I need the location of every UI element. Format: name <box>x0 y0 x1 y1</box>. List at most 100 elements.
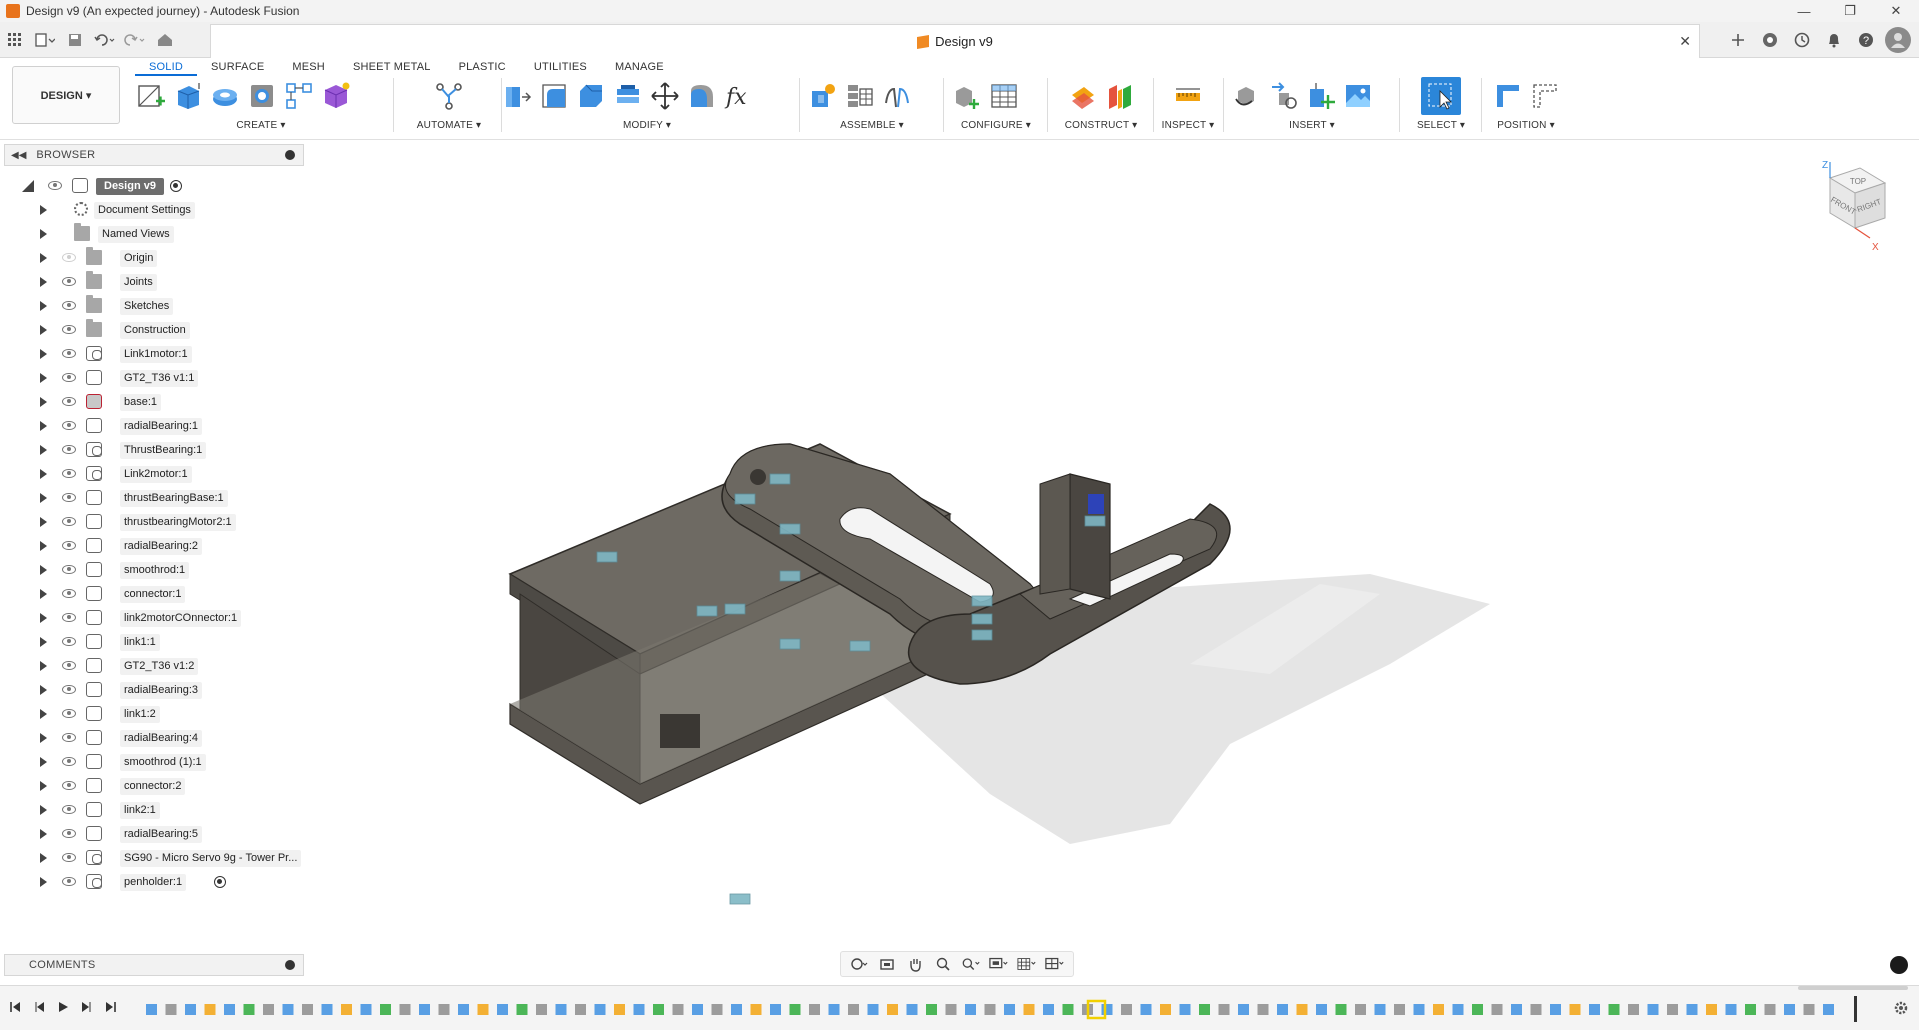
grid-snaps-icon[interactable] <box>1017 954 1037 974</box>
timeline-feature-icon[interactable] <box>1452 1004 1464 1015</box>
comments-panel[interactable]: COMMENTS <box>4 954 304 976</box>
extensions-icon[interactable] <box>1757 27 1783 53</box>
timeline-feature-icon[interactable] <box>224 1004 235 1015</box>
timeline-feature-icon[interactable] <box>984 1004 996 1015</box>
expand-triangle-icon[interactable] <box>40 709 47 719</box>
create-sketch-icon[interactable] <box>136 81 166 111</box>
visibility-eye-icon[interactable] <box>62 277 76 286</box>
visibility-eye-icon[interactable] <box>62 565 76 574</box>
revert-position-icon[interactable] <box>1530 81 1560 111</box>
construct-menu[interactable]: CONSTRUCT ▾ <box>1056 120 1146 131</box>
expand-triangle-icon[interactable] <box>40 469 47 479</box>
timeline-scrollbar[interactable] <box>1798 986 1908 990</box>
timeline-feature-icon[interactable] <box>1667 1004 1678 1015</box>
timeline-feature-icon[interactable] <box>1569 1004 1581 1015</box>
expand-triangle-icon[interactable] <box>40 733 47 743</box>
timeline-feature-icon[interactable] <box>1823 1004 1834 1015</box>
timeline-feature-icon[interactable] <box>341 1004 352 1015</box>
visibility-eye-icon[interactable] <box>62 829 76 838</box>
timeline-feature-icon[interactable] <box>1433 1004 1444 1015</box>
timeline-feature-icon[interactable] <box>555 1004 567 1015</box>
help-icon[interactable]: ? <box>1853 27 1879 53</box>
browser-tree-item[interactable]: radialBearing:5 <box>4 822 304 846</box>
save-icon[interactable] <box>60 25 90 55</box>
notifications-bell-icon[interactable] <box>1821 27 1847 53</box>
workspace-switcher[interactable]: DESIGN ▾ <box>12 66 120 124</box>
shell-icon[interactable] <box>613 81 643 111</box>
timeline-feature-icon[interactable] <box>594 1004 606 1015</box>
browser-tree-item[interactable]: Construction <box>4 318 304 342</box>
browser-tree-item[interactable]: link2motorCOnnector:1 <box>4 606 304 630</box>
inspect-menu[interactable]: INSPECT ▾ <box>1160 120 1216 131</box>
automate-icon[interactable] <box>434 81 464 111</box>
timeline-feature-icon[interactable] <box>282 1004 294 1015</box>
timeline-feature-icon[interactable] <box>1686 1004 1698 1015</box>
browser-tree-item[interactable]: radialBearing:1 <box>4 414 304 438</box>
viewports-icon[interactable] <box>1045 954 1065 974</box>
position-menu[interactable]: POSITION ▾ <box>1486 120 1566 131</box>
timeline-feature-icon[interactable] <box>1140 1004 1152 1015</box>
press-pull-icon[interactable] <box>502 81 532 111</box>
home-icon[interactable] <box>150 25 180 55</box>
insert-component-icon[interactable] <box>1306 81 1336 111</box>
timeline-feature-icon[interactable] <box>263 1004 274 1015</box>
visibility-eye-icon[interactable] <box>62 589 76 598</box>
timeline-feature-icon[interactable] <box>1803 1004 1815 1015</box>
timeline-settings-gear-icon[interactable] <box>1893 1000 1909 1019</box>
insert-mcmaster-icon[interactable] <box>1269 81 1299 111</box>
timeline-feature-icon[interactable] <box>1062 1004 1074 1015</box>
timeline-feature-icon[interactable] <box>711 1004 723 1015</box>
modify-menu[interactable]: MODIFY ▾ <box>502 120 792 131</box>
browser-tree-item[interactable]: link2:1 <box>4 798 304 822</box>
timeline-feature-icon[interactable] <box>1257 1004 1269 1015</box>
tab-utilities[interactable]: UTILITIES <box>520 58 601 76</box>
expand-triangle-icon[interactable] <box>40 757 47 767</box>
timeline-feature-icon[interactable] <box>165 1004 177 1015</box>
configure-design-icon[interactable] <box>952 81 982 111</box>
browser-tree-item[interactable]: radialBearing:4 <box>4 726 304 750</box>
tab-solid[interactable]: SOLID <box>135 58 198 76</box>
timeline-feature-icon[interactable] <box>1550 1004 1561 1015</box>
maximize-button[interactable]: ❐ <box>1827 0 1873 22</box>
midplane-icon[interactable] <box>1105 81 1135 111</box>
expand-triangle-icon[interactable] <box>40 397 47 407</box>
timeline-feature-icon[interactable] <box>1745 1004 1756 1015</box>
timeline-feature-icon[interactable] <box>750 1004 762 1015</box>
insert-derive-icon[interactable] <box>1232 81 1262 111</box>
view-cube[interactable]: TOP FRONT RIGHT Z X <box>1800 158 1900 258</box>
expand-triangle-icon[interactable] <box>40 565 47 575</box>
timeline-feature-icon[interactable] <box>477 1004 489 1015</box>
timeline-feature-icon[interactable] <box>516 1004 528 1015</box>
timeline-feature-icon[interactable] <box>692 1004 703 1015</box>
browser-tree-item[interactable]: base:1 <box>4 390 304 414</box>
timeline-features[interactable] <box>142 996 1862 1022</box>
timeline-feature-icon[interactable] <box>243 1004 255 1015</box>
timeline-feature-icon[interactable] <box>828 1004 840 1015</box>
timeline-feature-icon[interactable] <box>185 1004 196 1015</box>
expand-triangle-icon[interactable] <box>40 373 47 383</box>
timeline-feature-icon[interactable] <box>1725 1004 1737 1015</box>
timeline-feature-icon[interactable] <box>1277 1004 1288 1015</box>
automate-menu[interactable]: AUTOMATE ▾ <box>404 120 494 131</box>
timeline-feature-icon[interactable] <box>906 1004 918 1015</box>
tab-sheet-metal[interactable]: SHEET METAL <box>339 58 445 76</box>
visibility-eye-icon[interactable] <box>62 613 76 622</box>
change-parameters-icon[interactable]: fx <box>724 81 754 111</box>
browser-tree-item[interactable]: Document Settings <box>4 198 304 222</box>
expand-triangle-icon[interactable] <box>40 637 47 647</box>
capture-position-icon[interactable] <box>1493 81 1523 111</box>
timeline-feature-icon[interactable] <box>536 1004 547 1015</box>
expand-triangle-icon[interactable] <box>40 805 47 815</box>
visibility-eye-icon[interactable] <box>62 349 76 358</box>
browser-tree-item[interactable]: Sketches <box>4 294 304 318</box>
browser-tree-item[interactable]: penholder:1 <box>4 870 304 894</box>
browser-tree-item[interactable]: Link2motor:1 <box>4 462 304 486</box>
visibility-eye-icon[interactable] <box>62 541 76 550</box>
step-forward-icon[interactable] <box>80 1000 94 1014</box>
new-component-icon[interactable] <box>808 81 838 111</box>
timeline-feature-icon[interactable] <box>789 1004 801 1015</box>
browser-tree-item[interactable]: thrustBearingBase:1 <box>4 486 304 510</box>
timeline-feature-icon[interactable] <box>1199 1004 1210 1015</box>
visibility-eye-icon[interactable] <box>62 733 76 742</box>
expand-triangle-icon[interactable] <box>40 517 47 527</box>
